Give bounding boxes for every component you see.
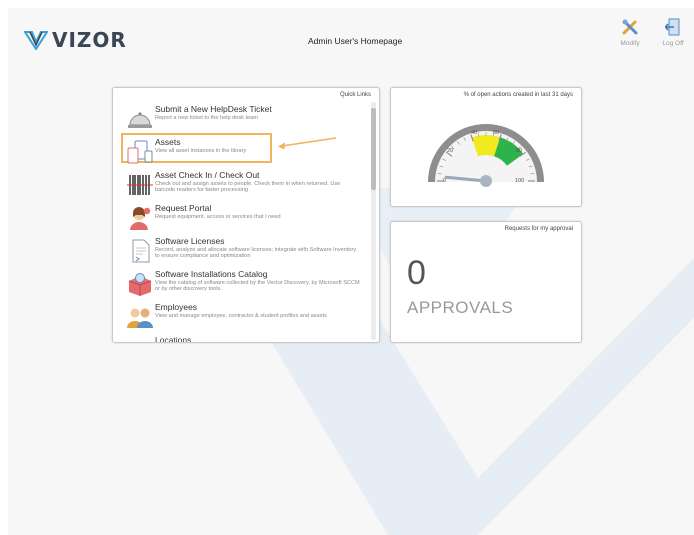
people-icon [127,308,153,328]
quick-link-locations[interactable]: Locations [123,335,363,343]
location-icon [125,337,155,343]
quick-link-desc: Request equipment, access or services th… [155,214,281,220]
modify-button[interactable]: Modify [610,18,650,47]
quick-link-desc: View the catalog of software collected b… [155,280,360,293]
open-actions-gauge-panel: % of open actions created in last 31 day… [390,87,582,207]
open-actions-gauge: 0 20 40 60 80 100 [428,124,544,187]
log-off-label: Log Off [662,40,684,47]
license-document-icon [132,239,150,263]
vizor-logo-icon [24,31,48,50]
quick-link-name: Asset Check In / Check Out [155,170,260,180]
modify-icon [622,19,638,35]
quick-link-helpdesk-ticket[interactable]: Submit a New HelpDesk Ticket Report a ne… [123,104,363,137]
approvals-panel[interactable]: Requests for my approval 0 APPROVALS [390,221,582,343]
quick-link-desc: View and manage employee, contractor & s… [155,313,327,319]
quick-link-name: Locations [155,335,192,343]
quick-link-software-licenses[interactable]: Software Licenses Record, analyze and al… [123,236,363,269]
quick-link-desc: Check out and assign assets to people. C… [155,181,341,194]
modify-label: Modify [620,40,640,47]
support-agent-icon [130,207,151,230]
quick-links-title: Quick Links [339,92,371,98]
quick-links-scrollbar[interactable] [371,102,376,340]
gauge-tick-20: 20 [447,148,453,154]
approvals-label: APPROVALS [407,298,514,317]
gauge-tick-0: 0 [443,178,446,184]
brand-name: VIZOR [52,28,127,52]
quick-link-name: Submit a New HelpDesk Ticket [155,104,272,114]
approvals-count: 0 [407,254,426,292]
gauge-tick-100: 100 [515,178,524,184]
quick-link-name: Assets [155,137,181,147]
quick-link-name: Software Installations Catalog [155,269,268,279]
quick-link-name: Software Licenses [155,236,225,246]
quick-links-panel: Quick Links Submit a New HelpDesk Ticket… [112,87,380,343]
quick-link-employees[interactable]: Employees View and manage employee, cont… [123,302,363,335]
quick-link-software-installations[interactable]: Software Installations Catalog View the … [123,269,363,302]
quick-link-desc: Record, analyze and allocate software li… [155,247,357,260]
quick-link-request-portal[interactable]: Request Portal Request equipment, access… [123,203,363,236]
software-box-icon [128,273,152,296]
devices-icon [127,140,153,164]
pointer-arrow-icon [278,137,337,150]
quick-link-name: Employees [155,302,198,312]
quick-link-desc: Report a new ticket to the help desk tea… [155,115,258,121]
gauge-title: % of open actions created in last 31 day… [463,92,573,98]
barcode-icon [127,174,153,196]
quick-link-asset-check-in-out[interactable]: Asset Check In / Check Out Check out and… [123,170,363,203]
gauge-hub [480,175,492,187]
quick-link-name: Request Portal [155,203,212,213]
gauge-tick-40: 40 [471,130,477,136]
log-off-button[interactable]: Log Off [653,18,693,47]
approvals-title: Requests for my approval [504,226,573,232]
vizor-logo[interactable]: VIZOR [24,28,127,52]
service-bell-icon [128,112,152,128]
page-title: Admin User's Homepage [308,36,403,46]
page-background: VIZOR Admin User's Homepage Modify Log O… [8,8,694,535]
gauge-tick-80: 80 [516,148,522,154]
scrollbar-thumb[interactable] [371,108,376,190]
log-off-icon [665,18,680,36]
gauge-tick-60: 60 [493,130,499,136]
